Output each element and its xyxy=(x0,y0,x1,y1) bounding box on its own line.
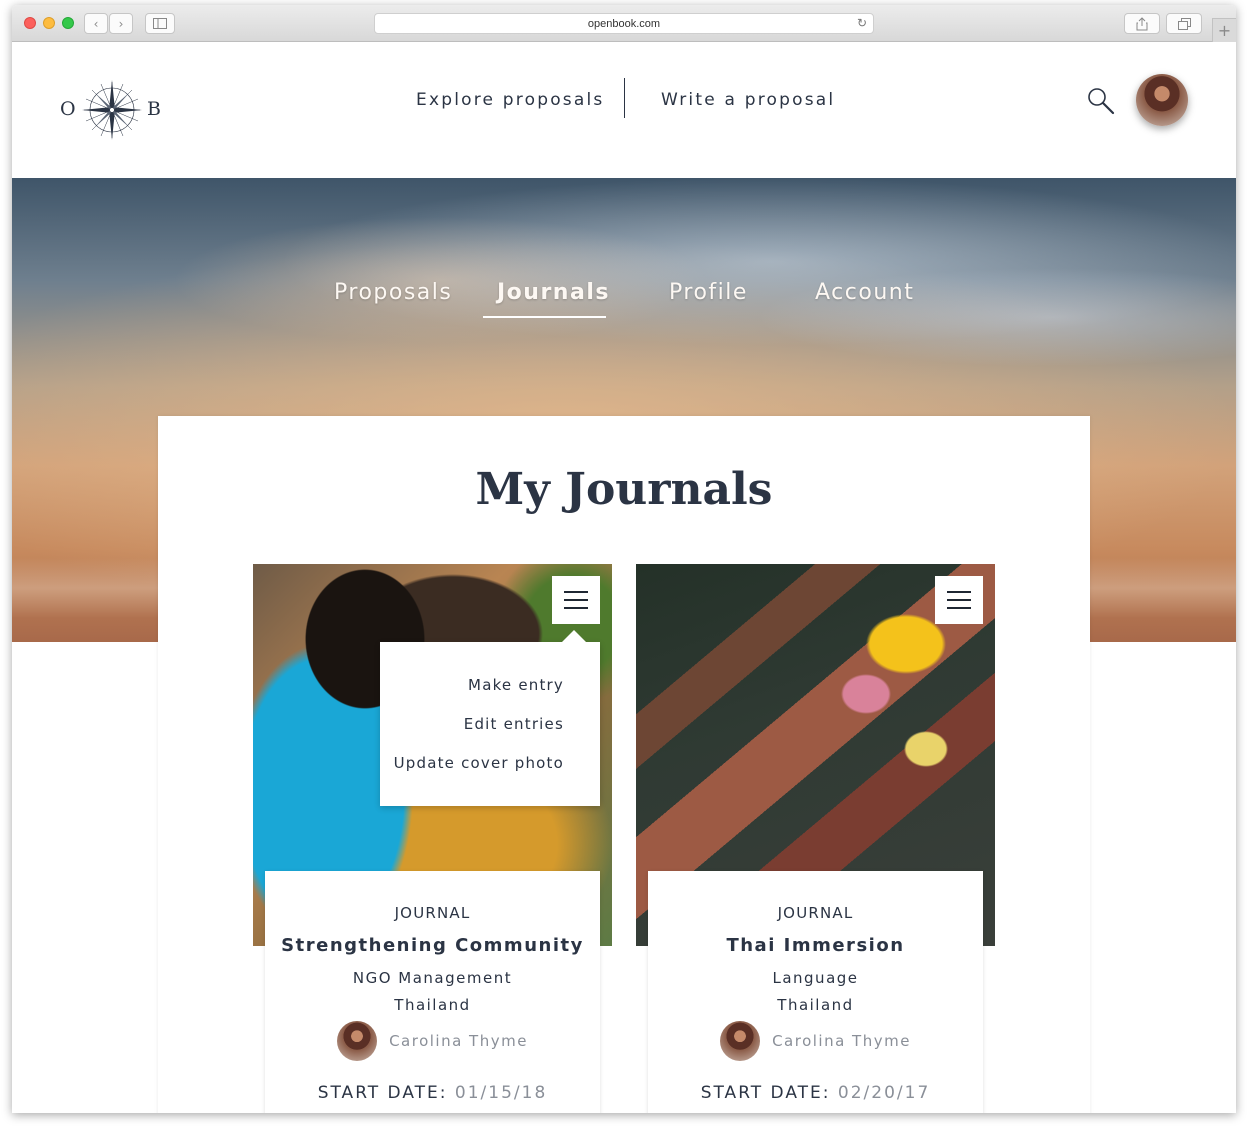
browser-window: ‹ › openbook.com ↻ + O B Explore proposa… xyxy=(12,5,1236,1113)
journal-subject: Language xyxy=(772,969,859,987)
start-date-value: 02/20/17 xyxy=(837,1083,931,1103)
sidebar-icon xyxy=(153,18,167,29)
journal-author: Carolina Thyme xyxy=(265,1021,600,1061)
share-button[interactable] xyxy=(1124,13,1160,34)
page-title: My Journals xyxy=(475,464,773,515)
chevron-left-icon: ‹ xyxy=(93,16,99,31)
author-avatar xyxy=(720,1021,761,1061)
journal-menu-button[interactable] xyxy=(935,576,983,624)
update-cover-photo-menu-item[interactable]: Update cover photo xyxy=(394,754,564,772)
site-logo[interactable]: O B xyxy=(60,78,164,142)
author-name: Carolina Thyme xyxy=(389,1032,528,1050)
new-tab-button[interactable]: + xyxy=(1212,18,1236,42)
browser-toolbar: ‹ › openbook.com ↻ + xyxy=(12,5,1236,42)
sidebar-button[interactable] xyxy=(145,13,175,34)
journal-type-label: JOURNAL xyxy=(394,904,471,922)
start-date-label: START DATE: xyxy=(700,1083,831,1103)
journal-card[interactable]: JOURNAL Thai Immersion Language Thailand… xyxy=(636,564,995,1113)
close-window-button[interactable] xyxy=(24,17,36,29)
reload-icon[interactable]: ↻ xyxy=(857,16,867,30)
journal-card[interactable]: Make entry Edit entries Update cover pho… xyxy=(253,564,612,1113)
explore-proposals-link[interactable]: Explore proposals xyxy=(416,90,604,110)
share-icon xyxy=(1136,16,1148,30)
journal-info: JOURNAL Thai Immersion Language Thailand… xyxy=(648,871,983,1113)
tabs-icon xyxy=(1177,17,1191,30)
tab-profile[interactable]: Profile xyxy=(669,280,748,305)
author-name: Carolina Thyme xyxy=(772,1032,911,1050)
write-proposal-link[interactable]: Write a proposal xyxy=(661,90,835,110)
address-bar[interactable]: openbook.com ↻ xyxy=(374,13,874,34)
forward-button[interactable]: › xyxy=(109,13,133,34)
hamburger-icon xyxy=(947,591,971,593)
journal-info: JOURNAL Strengthening Community NGO Mana… xyxy=(265,871,600,1113)
journal-author: Carolina Thyme xyxy=(648,1021,983,1061)
logo-letter-b: B xyxy=(147,98,161,120)
site-header: O B Explore proposals Write a proposal xyxy=(12,42,1236,178)
make-entry-menu-item[interactable]: Make entry xyxy=(468,676,564,694)
nav-divider xyxy=(624,78,625,118)
start-date-value: 01/15/18 xyxy=(454,1083,548,1103)
journal-menu-button[interactable] xyxy=(552,576,600,624)
journal-location: Thailand xyxy=(394,996,471,1014)
search-icon[interactable] xyxy=(1086,86,1116,116)
journals-panel: My Journals Make entry Edit entries Upda… xyxy=(158,416,1090,1113)
minimize-window-button[interactable] xyxy=(43,17,55,29)
chevron-right-icon: › xyxy=(118,16,124,31)
start-date-label: START DATE: xyxy=(317,1083,448,1103)
zoom-window-button[interactable] xyxy=(62,17,74,29)
tab-account[interactable]: Account xyxy=(815,280,914,305)
active-tab-indicator xyxy=(483,316,606,318)
journal-location: Thailand xyxy=(777,996,854,1014)
tab-proposals[interactable]: Proposals xyxy=(334,280,452,305)
logo-letter-o: O xyxy=(60,98,76,120)
back-button[interactable]: ‹ xyxy=(84,13,108,34)
tabs-overview-button[interactable] xyxy=(1166,13,1202,34)
url-text: openbook.com xyxy=(587,17,661,30)
author-avatar xyxy=(337,1021,378,1061)
tab-journals[interactable]: Journals xyxy=(497,280,610,305)
compass-icon xyxy=(82,80,142,140)
journal-type-label: JOURNAL xyxy=(777,904,854,922)
journal-title[interactable]: Strengthening Community xyxy=(265,935,600,956)
journal-menu-dropdown: Make entry Edit entries Update cover pho… xyxy=(380,630,600,806)
journal-start-date: START DATE: 02/20/17 xyxy=(648,1083,983,1103)
user-avatar[interactable] xyxy=(1136,74,1188,126)
journal-start-date: START DATE: 01/15/18 xyxy=(265,1083,600,1103)
hamburger-icon xyxy=(564,591,588,593)
journal-title[interactable]: Thai Immersion xyxy=(648,935,983,956)
journal-subject: NGO Management xyxy=(352,969,513,987)
edit-entries-menu-item[interactable]: Edit entries xyxy=(464,715,564,733)
